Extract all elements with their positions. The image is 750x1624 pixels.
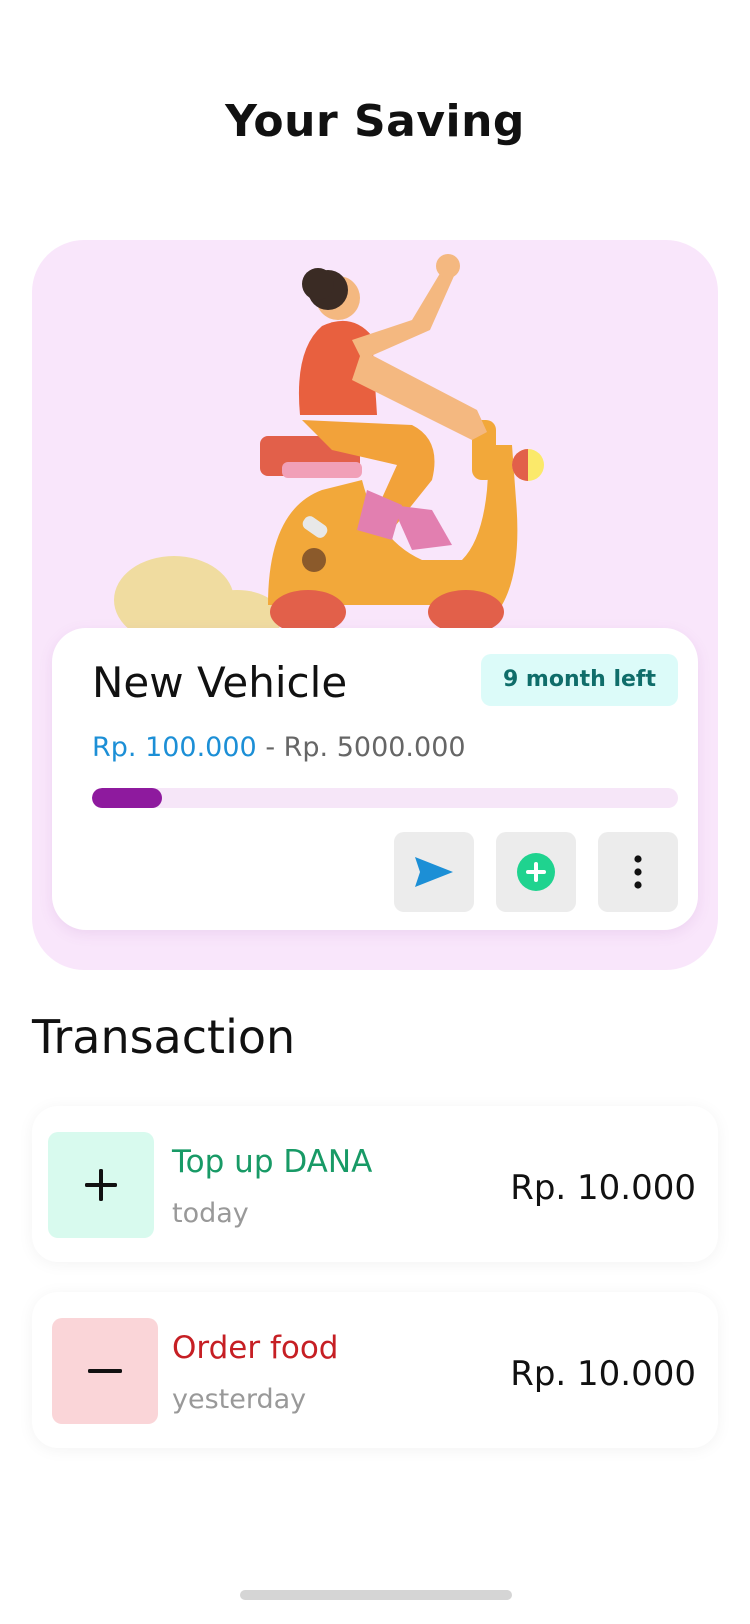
transaction-date: yesterday bbox=[172, 1384, 307, 1415]
target-amount: Rp. 5000.000 bbox=[283, 732, 466, 763]
goal-progress-bar bbox=[92, 788, 678, 808]
send-icon bbox=[415, 857, 453, 887]
amount-separator: - bbox=[265, 732, 276, 763]
transaction-item[interactable]: Top up DANA today Rp. 10.000 bbox=[32, 1106, 718, 1262]
goal-amounts: Rp. 100.000 - Rp. 5000.000 bbox=[92, 732, 466, 763]
transaction-title: Order food bbox=[172, 1330, 339, 1366]
home-indicator[interactable] bbox=[240, 1590, 512, 1600]
minus-icon bbox=[88, 1369, 122, 1373]
plus-circle-icon bbox=[517, 853, 555, 891]
send-button[interactable] bbox=[394, 832, 474, 912]
current-amount: Rp. 100.000 bbox=[92, 732, 257, 763]
transaction-amount: Rp. 10.000 bbox=[510, 1168, 696, 1208]
transaction-amount: Rp. 10.000 bbox=[510, 1354, 696, 1394]
plus-icon bbox=[85, 1169, 117, 1201]
saving-goal-panel[interactable]: New Vehicle 9 month left Rp. 100.000 - R… bbox=[32, 240, 718, 970]
months-left-badge: 9 month left bbox=[480, 654, 678, 706]
page-title: Your Saving bbox=[225, 96, 525, 147]
income-icon-box bbox=[48, 1132, 154, 1238]
transaction-date: today bbox=[172, 1198, 249, 1229]
more-vertical-icon bbox=[634, 855, 642, 889]
transaction-item[interactable]: Order food yesterday Rp. 10.000 bbox=[32, 1292, 718, 1448]
goal-card[interactable]: New Vehicle 9 month left Rp. 100.000 - R… bbox=[52, 628, 698, 930]
more-options-button[interactable] bbox=[598, 832, 678, 912]
goal-progress-fill bbox=[92, 788, 163, 808]
transaction-section-title: Transaction bbox=[32, 1010, 296, 1064]
add-funds-button[interactable] bbox=[496, 832, 576, 912]
transaction-title: Top up DANA bbox=[172, 1144, 373, 1180]
expense-icon-box bbox=[52, 1318, 158, 1424]
goal-name: New Vehicle bbox=[92, 658, 348, 707]
scooter-illustration bbox=[114, 254, 544, 640]
